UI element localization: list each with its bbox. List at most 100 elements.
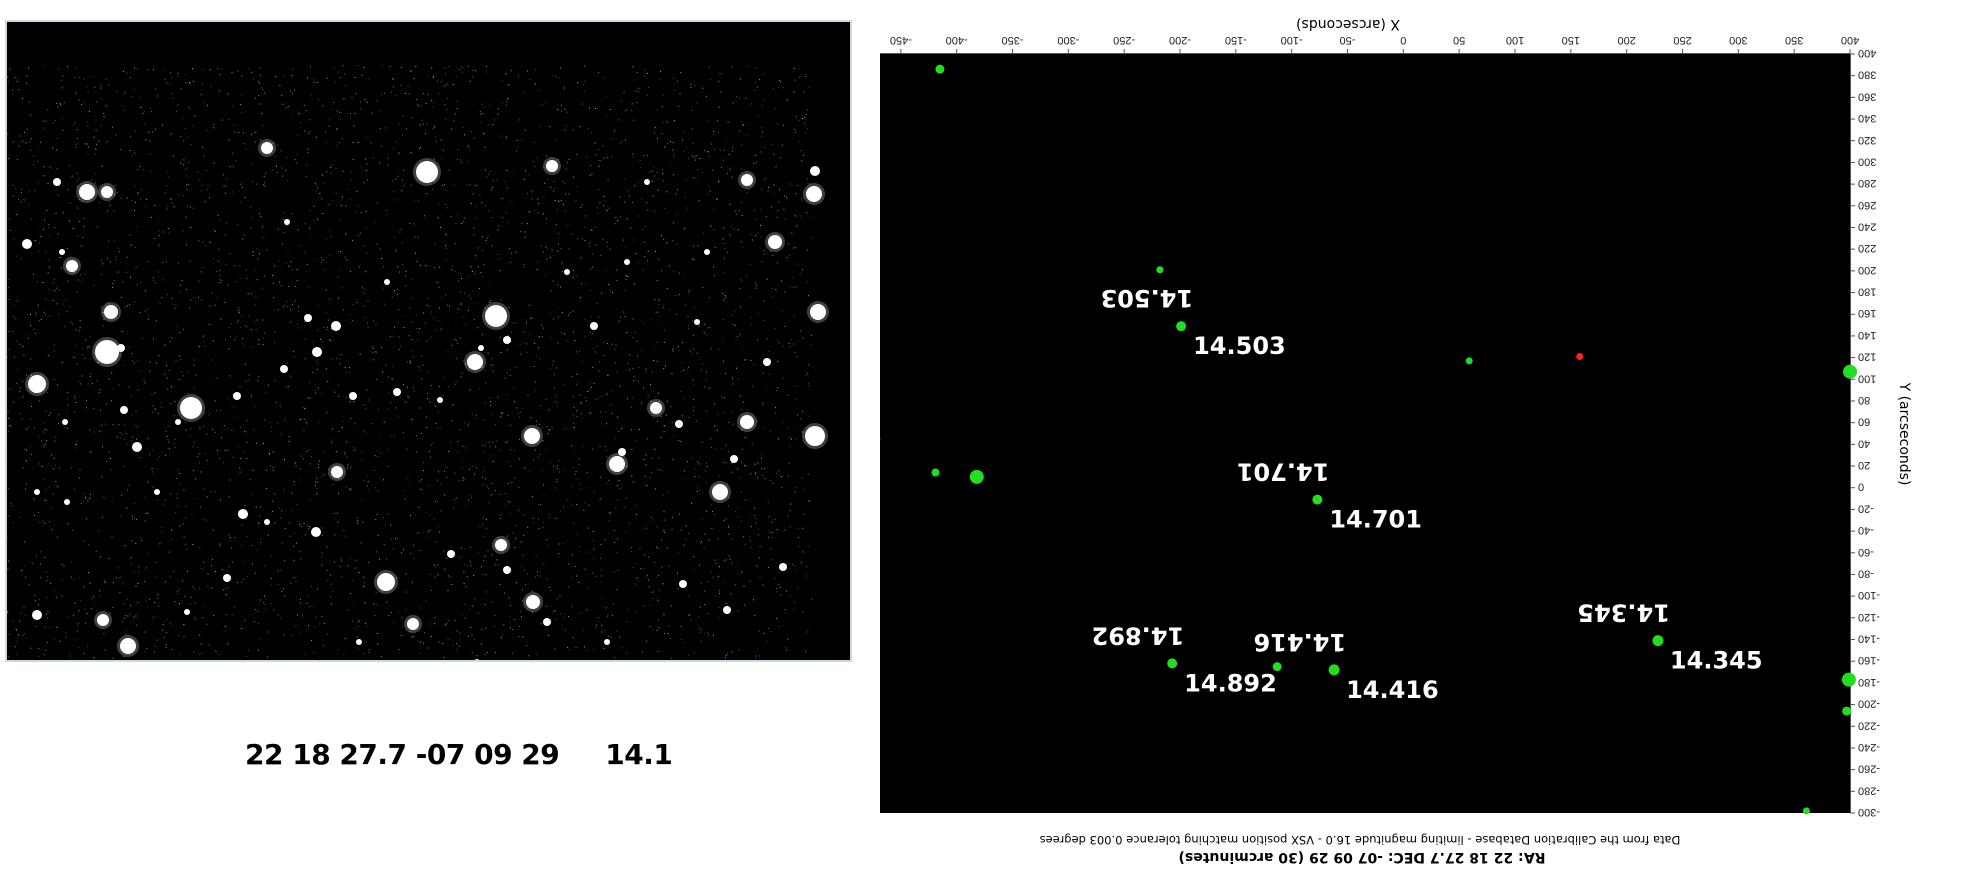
photo-star [526,595,540,609]
photo-star [679,580,687,588]
photo-star [66,260,78,272]
photo-star [59,249,65,255]
x-tick-label: 350 [1785,34,1803,46]
photo-star [694,319,700,325]
star-marker [1465,357,1473,365]
x-tick-label: -350 [1001,34,1023,46]
y-tick-label: -160 [1858,654,1880,666]
photo-star [546,160,558,172]
star-marker [1652,635,1664,647]
target-coordinates: 22 18 27.7 -07 09 29 [245,738,560,771]
x-tick-label: 50 [1453,34,1465,46]
photo-star [723,606,731,614]
photo-top-band [7,22,850,65]
photo-star [763,358,771,366]
x-axis: 400 350 300 250 200 150 100 50 0 -50 -100 -150 -200 -… [880,34,1859,54]
target-marker [1576,353,1584,361]
photo-star [437,397,443,403]
photo-star [22,239,32,249]
star-marker [1167,658,1178,669]
x-tick-label: -300 [1057,34,1079,46]
y-tick-label: -200 [1858,698,1880,710]
photo-star [180,397,202,419]
x-tick-label: -450 [890,34,912,46]
x-tick-label: 0 [1400,34,1406,46]
photo-star [704,249,710,255]
star-field-chart: 400350300250200150100500-50-100-150-200-… [880,16,1912,865]
chart-footnote: Data from the Calibration Database - lim… [1040,833,1681,847]
x-axis-title: X (arcseconds) [1296,16,1400,32]
photo-star [284,219,290,225]
star-marker [1176,321,1187,332]
magnitude-label: 14.503 [1193,332,1286,360]
photo-star [97,614,109,626]
photo-star [356,639,362,645]
x-tick-label: 150 [1562,34,1580,46]
x-tick-label: -100 [1281,34,1303,46]
photo-star [416,161,438,183]
photo-star [467,354,483,370]
photo-star [810,166,820,176]
y-tick-label: 0 [1858,481,1864,493]
y-tick-label: 140 [1858,329,1876,341]
y-tick-label: -220 [1858,719,1880,731]
photo-star [624,259,630,265]
x-tick-label: 300 [1729,34,1747,46]
y-tick-label: -40 [1858,524,1874,536]
y-tick-label: 180 [1858,286,1876,298]
star-marker [1312,494,1323,505]
target-magnitude: 14.1 [605,738,673,771]
photo-star [407,618,419,630]
photo-star [311,527,321,537]
photo-star [95,340,119,364]
y-tick-label: -120 [1858,611,1880,623]
photo-star [543,618,551,626]
magnitude-label-mirrored: 14.503 [1100,284,1193,312]
x-tick-label: 200 [1617,34,1635,46]
y-tick-label: 100 [1858,372,1876,384]
magnitude-label: 14.345 [1670,647,1763,675]
magnitude-label-mirrored: 14.701 [1237,458,1330,486]
photo-star [730,455,738,463]
y-tick-label: -300 [1858,806,1880,818]
photo-star [53,178,61,186]
star-marker [931,468,940,477]
y-axis-title: Y (arcseconds) [1896,382,1912,486]
y-axis: -300-280-260-240-220-200-180-160-140-120… [1850,47,1880,818]
magnitude-label-mirrored: 14.416 [1253,628,1346,656]
photo-star [393,388,401,396]
star-marker [1156,266,1164,274]
chart-footer: RA: 22 18 27.7 DEC: -07 09 29 (30 arcmin… [1179,849,1546,865]
magnitude-label: 14.701 [1329,506,1422,534]
photo-star [261,142,273,154]
photo-star [675,420,683,428]
y-tick-label: 160 [1858,307,1876,319]
star-marker [969,469,984,484]
photo-star [503,336,511,344]
magnitude-label: 14.892 [1184,669,1277,697]
photo-star [485,305,507,327]
photo-star [238,509,248,519]
photo-star [740,415,754,429]
photo-star [779,563,787,571]
y-tick-label: -140 [1858,633,1880,645]
photo-star [609,456,625,472]
y-tick-label: -80 [1858,567,1874,579]
y-tick-label: 260 [1858,199,1876,211]
magnitude-label: 14.416 [1346,676,1439,704]
photo-star [590,322,598,330]
photo-star [810,304,826,320]
photo-star [331,321,341,331]
photo-star [233,392,241,400]
photo-star [331,466,343,478]
x-tick-label: 250 [1673,34,1691,46]
y-tick-label: -180 [1858,676,1880,688]
photo-star [34,489,40,495]
photo-star [79,184,95,200]
star-marker [1842,706,1852,716]
star-marker [935,64,945,74]
photo-star [503,566,511,574]
x-tick-label: -50 [1340,34,1356,46]
photo-background [7,22,850,660]
sky-photograph [7,22,850,660]
